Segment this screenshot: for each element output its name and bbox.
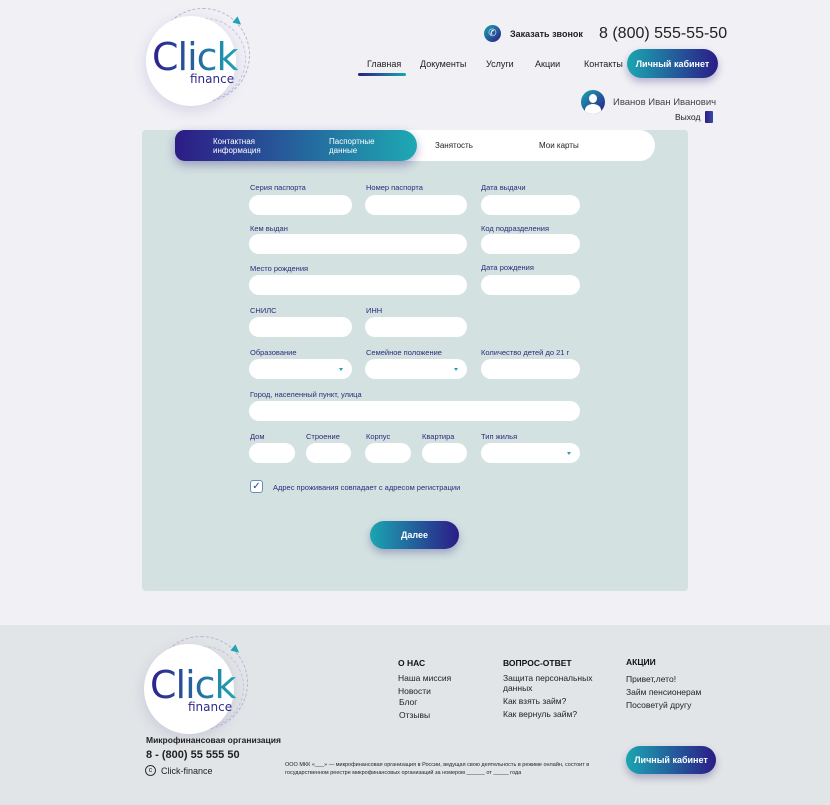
issue-date-input[interactable] [481,195,580,215]
footer-link[interactable]: Привет,лето! [626,674,676,684]
tabs: Контактная информация Паспортные данные … [175,130,655,161]
passport-series-input[interactable] [249,195,352,215]
snils-label: СНИЛС [250,306,277,315]
callback-link[interactable]: Заказать звонок [510,29,583,39]
education-select[interactable] [249,359,352,379]
nav-documents[interactable]: Документы [420,59,466,69]
inn-label: ИНН [366,306,383,315]
birth-date-label: Дата рождения [481,263,534,272]
logo-subtext: finance [190,72,235,86]
footer-link[interactable]: Наша миссия [398,673,451,683]
house-label: Дом [250,432,265,441]
footer-link[interactable]: Посоветуй другу [626,700,691,710]
footer-col-title: ВОПРОС-ОТВЕТ [503,658,572,668]
block-input[interactable] [365,443,411,463]
nav-contacts[interactable]: Контакты [584,59,623,69]
logout-icon[interactable] [705,111,713,123]
same-address-label[interactable]: Адрес проживания совпадает с адресом рег… [273,483,460,492]
tab-passport[interactable]: Паспортные данные [329,137,384,155]
copyright-icon: c [145,765,156,776]
avatar[interactable] [581,90,605,114]
footer-phone[interactable]: 8 - (800) 55 555 50 [146,749,240,761]
birth-date-input[interactable] [481,275,580,295]
footer-link[interactable]: Как вернуль займ? [503,709,577,719]
next-button[interactable]: Далее [370,521,459,549]
passport-number-label: Номер паспорта [366,183,423,192]
nav-promotions[interactable]: Акции [535,59,560,69]
inn-input[interactable] [365,317,467,337]
footer-org: Микрофинансовая организация [146,735,281,745]
passport-series-label: Серия паспорта [250,183,306,192]
footer-link[interactable]: Как взять займ? [503,696,566,706]
footer-legal: ООО МКК «___» — микрофинансовая организа… [285,762,590,776]
tab-contact-info[interactable]: Контактная информация [213,137,273,155]
block-label: Корпус [366,432,391,441]
flat-input[interactable] [422,443,467,463]
issued-by-input[interactable] [249,234,467,254]
logo-subtext: finance [188,700,233,714]
footer-col-title: О НАС [398,658,426,668]
footer-cabinet-button[interactable]: Личный кабинет [626,746,716,774]
birth-place-input[interactable] [249,275,467,295]
marital-select[interactable] [365,359,467,379]
user-name: Иванов Иван Иванович [613,97,717,108]
logo[interactable]: Click finance [146,8,250,108]
nav-services[interactable]: Услуги [486,59,514,69]
children-input[interactable] [481,359,580,379]
building-label: Строение [306,432,340,441]
footer-col-title: АКЦИИ [626,657,656,667]
division-code-input[interactable] [481,234,580,254]
children-label: Количество детей до 21 г [481,348,570,357]
tab-employment[interactable]: Занятость [435,141,473,150]
birth-place-label: Место рождения [250,264,309,273]
division-code-label: Код подразделения [481,224,550,233]
phone-icon[interactable]: ✆ [484,25,501,42]
header-phone[interactable]: 8 (800) 555-55-50 [599,25,727,43]
footer-link[interactable]: Отзывы [399,710,430,720]
building-input[interactable] [306,443,351,463]
logout-link[interactable]: Выход [675,112,700,122]
same-address-checkbox[interactable]: ✓ [250,480,263,493]
education-label: Образование [250,348,297,357]
issued-by-label: Кем выдан [250,224,288,233]
nav-active-underline [358,73,406,76]
footer-link[interactable]: Блог [399,697,417,707]
passport-number-input[interactable] [365,195,467,215]
snils-input[interactable] [249,317,352,337]
cabinet-button[interactable]: Личный кабинет [627,49,718,78]
marital-label: Семейное положение [366,348,442,357]
footer-link[interactable]: Займ пенсионерам [626,687,701,697]
tab-my-cards[interactable]: Мои карты [539,141,579,150]
housing-label: Тип жилья [481,432,518,441]
nav-home[interactable]: Главная [367,59,401,69]
house-input[interactable] [249,443,295,463]
flat-label: Квартира [422,432,455,441]
issue-date-label: Дата выдачи [481,183,526,192]
address-label: Город, населенный пункт, улица [250,390,362,399]
address-input[interactable] [249,401,580,421]
housing-select[interactable] [481,443,580,463]
footer-link[interactable]: Защита персональных данных [503,673,598,693]
footer-logo[interactable]: Click finance [144,636,248,736]
footer-link[interactable]: Новости [398,686,431,696]
footer-copyright: Click-finance [161,766,213,776]
